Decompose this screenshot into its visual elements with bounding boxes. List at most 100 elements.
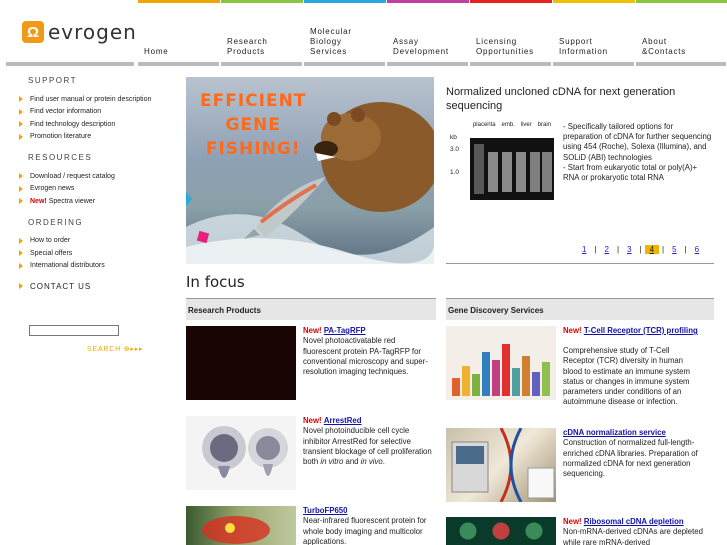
pager-page-6[interactable]: 6	[690, 245, 704, 254]
pager-separator: |	[616, 245, 620, 254]
gene-discovery-heading: Gene Discovery Services	[446, 298, 714, 320]
nav-item-support[interactable]: Support Information	[553, 0, 635, 66]
search-input[interactable]	[29, 325, 119, 336]
resources-group: RESOURCES Download / request catalog Evro…	[10, 153, 160, 208]
nav-color-bar	[138, 0, 220, 3]
nav-item-molecular[interactable]: Molecular Biology Services	[304, 0, 386, 66]
sidebar-link[interactable]: New! Spectra viewer	[10, 195, 160, 208]
sidebar-link[interactable]: Find vector information	[10, 106, 160, 119]
arrestred-link[interactable]: ArrestRed	[324, 416, 362, 425]
decorative-bar	[542, 362, 550, 396]
pa-tagrfp-image[interactable]	[186, 326, 296, 400]
gel-lanes-image	[470, 138, 554, 200]
decorative-bar	[472, 374, 480, 396]
sidebar: SUPPORT Find user manual or protein desc…	[10, 76, 160, 293]
ordering-group: ORDERING How to order Special offers Inter…	[10, 218, 160, 273]
gel-lane-label: brain	[537, 122, 551, 128]
card-pa-tagrfp: New! PA-TagRFP Novel photoactivatable re…	[303, 326, 435, 377]
decorative-bar	[502, 344, 510, 396]
nav-item-licensing[interactable]: Licensing Opportunities	[470, 0, 552, 66]
card-description: Novel photoactivatable red fluorescent p…	[303, 336, 428, 377]
sidebar-link[interactable]: How to order	[10, 235, 160, 248]
nav-color-bar	[553, 0, 635, 3]
in-focus-heading: In focus	[186, 273, 245, 291]
card-description: Comprehensive study of T-Cell Receptor (…	[563, 346, 695, 408]
card-description-end: .	[382, 457, 385, 467]
nav-item-home[interactable]: Home	[138, 0, 220, 66]
card-description: Near-infrared fluorescent protein for wh…	[303, 516, 427, 545]
sidebar-link-label: Spectra viewer	[48, 197, 96, 205]
sidebar-link[interactable]: Find technology description	[10, 118, 160, 131]
sidebar-link[interactable]: Promotion literature	[10, 131, 160, 144]
ribosomal-depletion-link[interactable]: Ribosomal cDNA depletion	[584, 517, 684, 526]
hero-banner[interactable]: EFFICIENT GENE FISHING!	[186, 77, 434, 264]
pager-page-2[interactable]: 2	[600, 245, 614, 254]
nav-label: Molecular Biology Services	[310, 27, 352, 56]
decorative-bar	[452, 378, 460, 396]
nav-item-research[interactable]: Research Products	[221, 0, 303, 66]
decorative-bar	[462, 366, 470, 396]
pager-separator: |	[684, 245, 687, 254]
pager-page-4[interactable]: 4	[644, 245, 660, 254]
sidebar-link-label: Find user manual or protein description	[30, 95, 152, 103]
pager-page-5[interactable]: 5	[667, 245, 681, 254]
hero-headline: EFFICIENT GENE FISHING!	[200, 91, 307, 159]
gel-lane-label: emb.	[501, 122, 515, 128]
nav-color-bar	[304, 0, 386, 3]
turbofp650-image[interactable]	[186, 506, 296, 545]
sidebar-link[interactable]: Find user manual or protein description	[10, 93, 160, 106]
sidebar-link-label: Find technology description	[30, 120, 116, 128]
nav-label: Home	[144, 47, 169, 56]
card-emphasis: in vivo	[360, 457, 383, 467]
pa-tagrfp-link[interactable]: PA-TagRFP	[324, 326, 366, 335]
ordering-heading: ORDERING	[28, 217, 84, 227]
evrogen-logo[interactable]: Ω evrogen	[22, 20, 137, 44]
arrow-right-icon	[19, 237, 23, 244]
sidebar-link[interactable]: International distributors	[10, 260, 160, 273]
feature-bullets: - Specifically tailored options for prep…	[563, 122, 713, 183]
feature-bullet: - Start from eukaryotic total or poly(A)…	[563, 162, 698, 183]
arrow-right-icon	[19, 185, 23, 192]
nav-underline	[387, 62, 468, 66]
new-badge: New!	[303, 416, 322, 425]
pager-page-3[interactable]: 3	[622, 245, 636, 254]
card-cdna-normalization: cDNA normalization service Construction …	[563, 428, 703, 479]
feature-headline[interactable]: Normalized uncloned cDNA for next genera…	[446, 85, 696, 113]
search-button[interactable]: SEARCH ⊕▸▸▸	[87, 345, 143, 353]
tcr-profiling-link[interactable]: T-Cell Receptor (TCR) profiling	[584, 326, 698, 335]
cdna-normalization-link[interactable]: cDNA normalization service	[563, 428, 666, 437]
arrow-right-icon	[19, 283, 23, 290]
tcr-profiling-image[interactable]	[446, 326, 556, 400]
pager: 1 | 2 | 3 | 4 | 5 | 6	[577, 245, 704, 254]
new-badge: New!	[30, 197, 47, 205]
sidebar-link[interactable]: Download / request catalog	[10, 170, 160, 183]
gel-kb-label: kb	[450, 134, 457, 141]
search-label: SEARCH	[87, 346, 121, 353]
card-description-joiner: and	[343, 457, 361, 467]
contact-us-link[interactable]: CONTACT US	[10, 280, 160, 293]
sidebar-link[interactable]: Special offers	[10, 247, 160, 260]
divider	[446, 263, 714, 264]
nav-underline	[470, 62, 551, 66]
card-arrestred: New! ArrestRed Novel photoinducible cell…	[303, 416, 435, 467]
sidebar-link-label: Promotion literature	[30, 133, 92, 141]
pager-page-1[interactable]: 1	[577, 245, 591, 254]
sidebar-link-label: Find vector information	[30, 108, 102, 116]
arrestred-image[interactable]	[186, 416, 296, 490]
sidebar-link-label: Special offers	[30, 249, 73, 257]
new-badge: New!	[563, 326, 582, 335]
nav-item-about[interactable]: About &Contacts	[636, 0, 727, 66]
arrow-right-icon	[19, 198, 23, 205]
nav-underline	[304, 62, 385, 66]
cdna-normalization-image[interactable]	[446, 427, 556, 503]
pager-separator: |	[594, 245, 597, 254]
card-tcr: New! T-Cell Receptor (TCR) profiling	[446, 326, 714, 336]
sidebar-link-label: Evrogen news	[30, 185, 75, 193]
new-badge: New!	[563, 517, 582, 526]
sidebar-link[interactable]: Evrogen news	[10, 183, 160, 196]
turbofp650-link[interactable]: TurboFP650	[303, 506, 347, 515]
ribosomal-depletion-image[interactable]	[446, 517, 556, 545]
gel-image: placentaemb.liverbrain 121212 kb 3.0 1.0	[446, 122, 554, 202]
support-heading: SUPPORT	[28, 76, 78, 85]
nav-item-assay[interactable]: Assay Development	[387, 0, 469, 66]
